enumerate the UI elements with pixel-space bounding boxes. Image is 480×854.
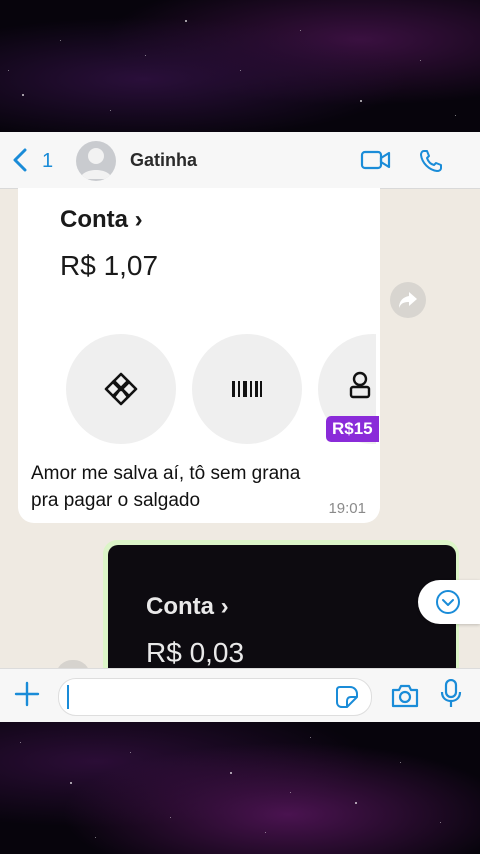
scroll-down-icon: [436, 590, 460, 614]
message-text-line: Amor me salva aí, tô sem grana: [31, 463, 301, 484]
chat-screen: 1 Gatinha Conta › R$ 1,07 R$15 Amor me s…: [0, 132, 480, 722]
contact-name[interactable]: Gatinha: [130, 150, 197, 171]
back-chevron-icon: [13, 148, 27, 172]
message-timestamp: 19:01: [328, 500, 366, 517]
back-button[interactable]: 1: [12, 146, 54, 174]
message-input[interactable]: [58, 678, 372, 716]
text-caret: [67, 685, 69, 709]
account-balance: R$ 1,07: [60, 250, 159, 281]
background-starfield-top: [0, 0, 480, 132]
chat-header: 1 Gatinha: [0, 132, 480, 189]
incoming-message-bubble[interactable]: Conta › R$ 1,07 R$15 Amor me salva aí, t…: [18, 188, 380, 523]
avatar-placeholder-icon: [80, 148, 112, 179]
plus-icon[interactable]: [14, 681, 40, 707]
loan-icon: [349, 371, 371, 399]
account-balance: R$ 0,03: [146, 637, 245, 668]
scroll-to-bottom-button[interactable]: [418, 580, 480, 624]
message-text: Amor me salva aí, tô sem grana pra pagar…: [31, 460, 361, 514]
promo-badge: R$15: [326, 416, 379, 442]
phone-icon[interactable]: [418, 148, 444, 174]
barcode-icon: [232, 381, 262, 397]
camera-icon[interactable]: [390, 683, 420, 709]
account-card-title: Conta ›: [60, 206, 143, 233]
account-card-title: Conta ›: [146, 593, 229, 620]
microphone-icon[interactable]: [440, 679, 462, 709]
sticker-icon[interactable]: [335, 685, 359, 709]
message-input-bar: [0, 668, 480, 722]
message-text-line: pra pagar o salgado: [31, 490, 201, 511]
pix-button[interactable]: [66, 334, 176, 444]
background-starfield-bottom: [0, 722, 480, 854]
video-call-icon[interactable]: [360, 148, 392, 172]
barcode-payment-button[interactable]: [192, 334, 302, 444]
unread-count: 1: [42, 150, 54, 172]
pix-icon: [104, 372, 138, 406]
forward-icon: [399, 292, 417, 308]
forward-button[interactable]: [390, 282, 426, 318]
avatar[interactable]: [76, 141, 116, 181]
